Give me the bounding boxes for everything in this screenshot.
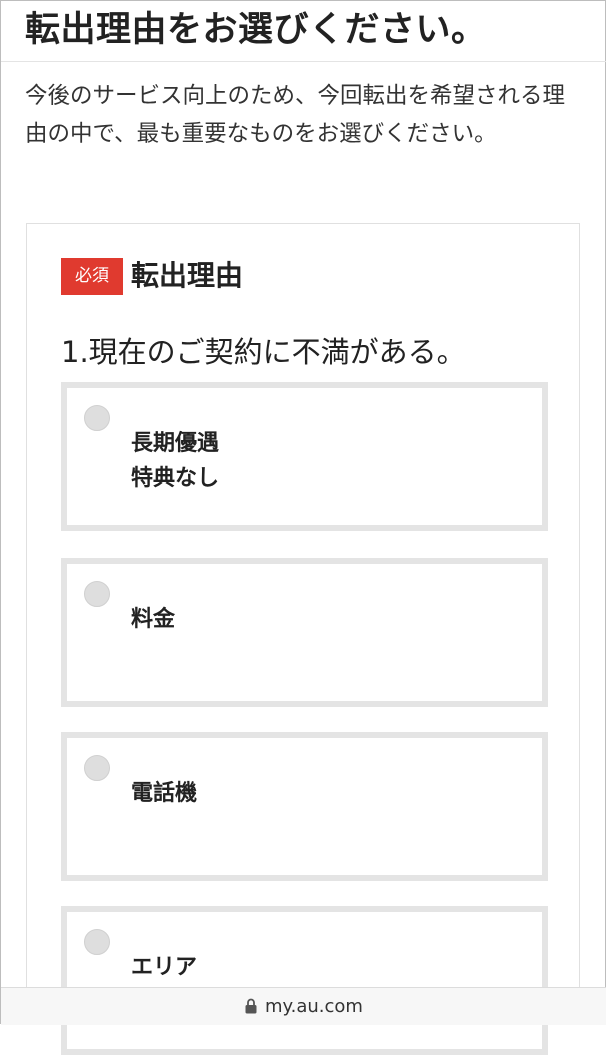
radio-button[interactable] [84, 581, 110, 607]
url-text: my.au.com [265, 996, 363, 1017]
option-long-term-benefit[interactable]: 長期優遇 特典なし [61, 382, 548, 531]
intro-text: 今後のサービス向上のため、今回転出を希望される理由の中で、最も重要なものをお選び… [25, 83, 566, 147]
reason-form-panel: 必須 転出理由 1.現在のご契約に不満がある。 長期優遇 特典なし 料金 電話機… [26, 223, 580, 1055]
question-text: 1.現在のご契約に不満がある。 [61, 335, 466, 369]
option-label-line: 特典なし [131, 466, 220, 491]
option-label: 長期優遇 特典なし [131, 426, 219, 496]
radio-button[interactable] [84, 755, 110, 781]
option-label-line: エリア [131, 955, 198, 980]
radio-button[interactable] [84, 929, 110, 955]
option-price[interactable]: 料金 [61, 558, 548, 707]
option-phone[interactable]: 電話機 [61, 732, 548, 881]
required-badge: 必須 [61, 258, 123, 295]
option-label-line: 長期優遇 [131, 431, 220, 456]
option-label: 料金 [131, 602, 175, 637]
radio-button[interactable] [84, 405, 110, 431]
field-label: 転出理由 [131, 259, 244, 292]
browser-address-bar[interactable]: my.au.com [1, 987, 606, 1025]
page-title: 転出理由をお選びください。 [25, 10, 487, 50]
option-label-line: 電話機 [131, 781, 198, 806]
option-label: エリア [131, 950, 197, 985]
title-divider [1, 61, 606, 62]
option-label-line: 料金 [131, 607, 176, 632]
option-area[interactable]: エリア [61, 906, 548, 1055]
lock-icon [245, 998, 257, 1014]
option-label: 電話機 [131, 776, 197, 811]
